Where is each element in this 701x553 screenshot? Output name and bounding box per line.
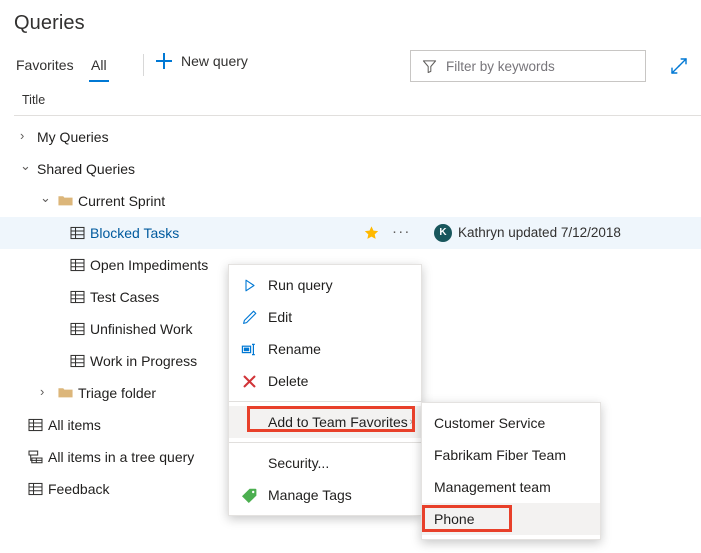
rename-icon	[241, 341, 258, 358]
query-grid-icon	[27, 417, 44, 433]
tree-row[interactable]: Blocked Tasks ··· K Kathryn updated 7/12/20…	[0, 217, 701, 249]
tab-active-underline	[89, 80, 109, 82]
chevron-right-icon[interactable]: ›	[20, 130, 32, 142]
new-query-button[interactable]: New query	[156, 53, 248, 69]
query-grid-icon	[69, 289, 86, 305]
tree-row-label: Work in Progress	[90, 353, 197, 369]
search-input[interactable]	[446, 59, 637, 74]
folder-icon	[57, 385, 74, 401]
menu-item-rename[interactable]: Rename	[229, 333, 421, 365]
tree-row-label: Shared Queries	[37, 161, 135, 177]
query-grid-icon	[27, 481, 44, 497]
tree-row-label: Blocked Tasks	[90, 225, 179, 241]
menu-item-label: Run query	[268, 277, 333, 293]
menu-item-label: Delete	[268, 373, 308, 389]
folder-icon	[57, 193, 74, 209]
query-grid-icon	[69, 353, 86, 369]
menu-item-manage-tags[interactable]: Manage Tags	[229, 479, 421, 511]
tab-favorites-label: Favorites	[16, 57, 74, 73]
tab-all-label: All	[91, 57, 107, 73]
menu-item-edit[interactable]: Edit	[229, 301, 421, 333]
queries-page: Queries Favorites All New query	[0, 0, 701, 553]
column-header-row: Title	[0, 91, 701, 116]
menu-item-label: Rename	[268, 341, 321, 357]
menu-item-label: Security...	[268, 455, 329, 471]
menu-item-label: Edit	[268, 309, 292, 325]
menu-separator	[229, 442, 421, 443]
submenu-item-fabrikam-fiber-team[interactable]: Fabrikam Fiber Team	[422, 439, 600, 471]
avatar: K	[434, 224, 452, 242]
query-grid-icon	[69, 257, 86, 273]
delete-x-icon	[241, 373, 258, 390]
header-divider	[14, 115, 701, 116]
tree-row[interactable]: ⌄ Current Sprint	[0, 185, 701, 217]
chevron-right-icon[interactable]: ›	[40, 386, 52, 398]
menu-item-delete[interactable]: Delete	[229, 365, 421, 397]
submenu-item-label: Customer Service	[434, 415, 545, 431]
tree-row-label: Unfinished Work	[90, 321, 192, 337]
column-header-title: Title	[22, 93, 45, 107]
tree-row-label: Open Impediments	[90, 257, 208, 273]
new-query-label: New query	[181, 53, 248, 69]
play-icon	[241, 277, 258, 294]
menu-item-add-to-team-favorites[interactable]: Add to Team Favorites›	[229, 406, 421, 438]
tree-row[interactable]: › My Queries	[0, 121, 701, 153]
filter-box[interactable]	[410, 50, 646, 82]
tree-row-label: All items	[48, 417, 101, 433]
submenu-item-label: Management team	[434, 479, 551, 495]
submenu-item-label: Phone	[434, 511, 474, 527]
ellipsis-icon[interactable]: ···	[392, 224, 411, 240]
pencil-icon	[241, 309, 258, 326]
menu-item-security[interactable]: Security...	[229, 447, 421, 479]
tree-row-label: Feedback	[48, 481, 109, 497]
tag-icon	[241, 487, 258, 504]
chevron-right-icon: ›	[409, 416, 413, 428]
tree-row-label: All items in a tree query	[48, 449, 194, 465]
submenu-item-phone[interactable]: Phone	[422, 503, 600, 535]
chevron-down-icon[interactable]: ⌄	[20, 160, 32, 172]
submenu-item-label: Fabrikam Fiber Team	[434, 447, 566, 463]
rename-icon	[241, 341, 258, 358]
chevron-down-icon[interactable]: ⌄	[40, 192, 52, 204]
submenu-item-customer-service[interactable]: Customer Service	[422, 407, 600, 439]
play-icon	[241, 277, 258, 294]
funnel-icon	[422, 59, 437, 74]
query-grid-icon	[69, 321, 86, 337]
tree-row-label: Triage folder	[78, 385, 156, 401]
tag-icon	[241, 487, 258, 504]
page-title: Queries	[14, 12, 85, 35]
x-icon	[241, 373, 258, 390]
submenu-item-management-team[interactable]: Management team	[422, 471, 600, 503]
pencil-icon	[241, 309, 258, 326]
query-tree-icon	[27, 449, 44, 465]
context-menu: Run query Edit Rename Delete Add to Team Fav…	[228, 264, 422, 516]
star-filled-icon[interactable]	[363, 225, 380, 241]
tab-all[interactable]: All	[89, 54, 109, 76]
last-updated-text: Kathryn updated 7/12/2018	[458, 225, 621, 240]
menu-item-label: Add to Team Favorites	[268, 414, 408, 430]
tree-row[interactable]: ⌄ Shared Queries	[0, 153, 701, 185]
toolbar-divider	[143, 54, 144, 76]
tree-row-label: Test Cases	[90, 289, 159, 305]
team-favorites-submenu: Customer Service Fabrikam Fiber Team Manag…	[421, 402, 601, 540]
tab-favorites[interactable]: Favorites	[14, 54, 76, 76]
plus-icon	[156, 53, 172, 69]
tree-row-label: Current Sprint	[78, 193, 165, 209]
menu-separator	[229, 401, 421, 402]
tree-row-label: My Queries	[37, 129, 109, 145]
expand-diagonal-icon	[666, 53, 692, 79]
query-grid-icon	[69, 225, 86, 241]
menu-item-run-query[interactable]: Run query	[229, 269, 421, 301]
expand-button[interactable]	[666, 53, 692, 79]
menu-item-label: Manage Tags	[268, 487, 352, 503]
